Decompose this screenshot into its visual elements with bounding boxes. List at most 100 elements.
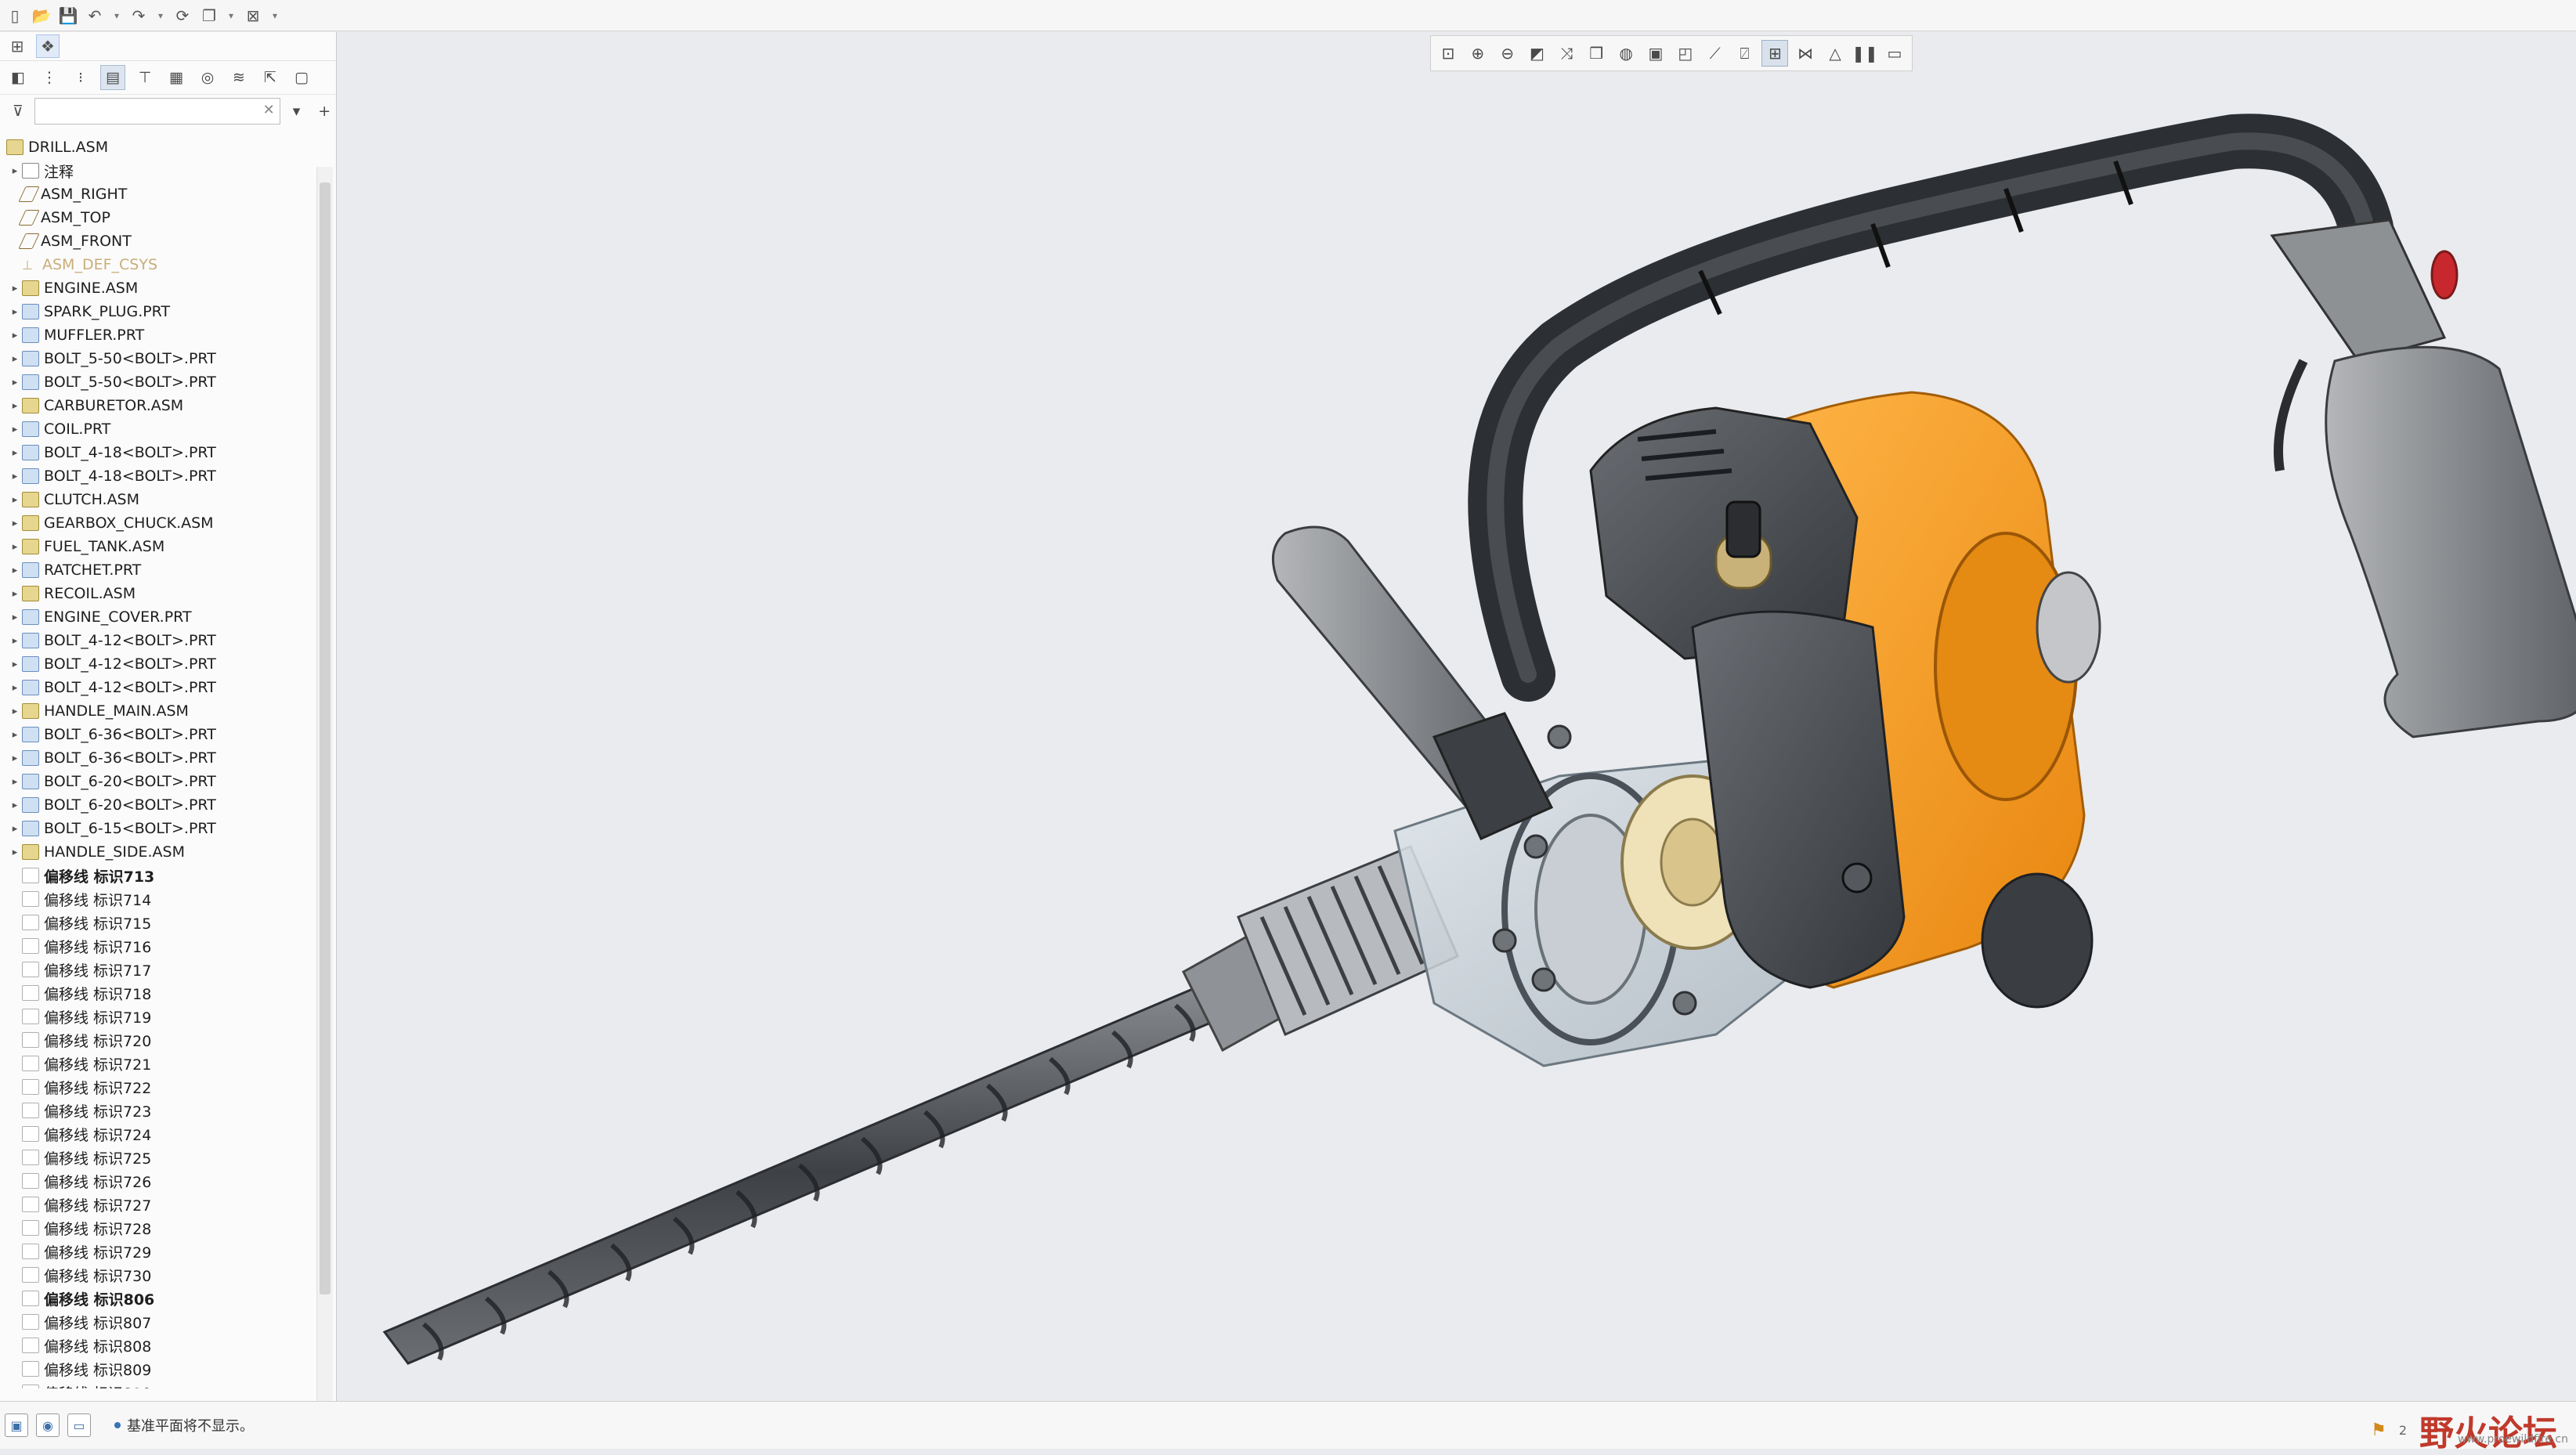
expand-arrow-icon[interactable]: ▸: [8, 682, 22, 694]
tree-feature-row[interactable]: 偏移线 标识807: [0, 1310, 313, 1334]
redo-dropdown-icon[interactable]: ▾: [155, 5, 166, 26]
columns-icon[interactable]: ▤: [100, 65, 125, 90]
refit-icon[interactable]: ⊡: [1436, 41, 1461, 66]
tree-root-row[interactable]: DRILL.ASM: [0, 135, 313, 159]
spin-center-icon[interactable]: ⊞: [1761, 40, 1789, 67]
tree-feature-row[interactable]: 偏移线 标识721: [0, 1052, 313, 1075]
tree-component-row[interactable]: ▸ BOLT_6-20<BOLT>.PRT: [0, 770, 313, 793]
datum-display-icon[interactable]: ⟋: [1703, 41, 1728, 66]
select-tool-icon[interactable]: ⇱: [258, 66, 282, 89]
tree-component-row[interactable]: ▸ HANDLE_MAIN.ASM: [0, 699, 313, 723]
tree-component-row[interactable]: ▸ BOLT_5-50<BOLT>.PRT: [0, 347, 313, 370]
expand-arrow-icon[interactable]: ▸: [8, 706, 22, 717]
expand-arrow-icon[interactable]: ▸: [8, 283, 22, 294]
tree-feature-row[interactable]: 偏移线 标识719: [0, 1005, 313, 1028]
expand-arrow-icon[interactable]: ▸: [8, 471, 22, 482]
tree-scrollbar[interactable]: [316, 167, 333, 1435]
expand-arrow-icon[interactable]: ▸: [8, 541, 22, 553]
tree-feature-row[interactable]: 偏移线 标识720: [0, 1028, 313, 1052]
tree-component-row[interactable]: ▸ SPARK_PLUG.PRT: [0, 300, 313, 323]
tree-component-row[interactable]: ▸ RECOIL.ASM: [0, 582, 313, 605]
zoom-in-icon[interactable]: ⊕: [1465, 41, 1490, 66]
expand-arrow-icon[interactable]: ▸: [8, 377, 22, 388]
tree-component-row[interactable]: ▸ BOLT_6-15<BOLT>.PRT: [0, 817, 313, 840]
tree-component-row[interactable]: ⊥ ASM_DEF_CSYS: [0, 253, 313, 276]
tree-feature-row[interactable]: 偏移线 标识725: [0, 1146, 313, 1169]
tree-component-row[interactable]: ▸ BOLT_6-36<BOLT>.PRT: [0, 723, 313, 746]
graphics-window[interactable]: ⊡ ⊕ ⊖ ◩ ⤨ ❒ ◍ ▣ ◰ ⟋ ⍁ ⊞ ⋈ △ ❚❚ ▭: [338, 32, 2576, 1401]
tree-component-row[interactable]: ▸ BOLT_5-50<BOLT>.PRT: [0, 370, 313, 394]
show-icon[interactable]: ◧: [6, 66, 30, 89]
undo-dropdown-icon[interactable]: ▾: [111, 5, 122, 26]
layers-icon[interactable]: ◎: [196, 66, 219, 89]
tree-component-row[interactable]: ▸ BOLT_4-12<BOLT>.PRT: [0, 652, 313, 676]
tree-feature-row[interactable]: 偏移线 标识730: [0, 1263, 313, 1287]
tree-scrollbar-thumb[interactable]: [320, 182, 331, 1294]
customize-dropdown-icon[interactable]: ▾: [269, 5, 280, 26]
expand-arrow-icon[interactable]: ▸: [8, 353, 22, 365]
tree-component-row[interactable]: ▸ BOLT_4-12<BOLT>.PRT: [0, 676, 313, 699]
tree-component-row[interactable]: ▸ BOLT_6-36<BOLT>.PRT: [0, 746, 313, 770]
tree-component-row[interactable]: ▸ CARBURETOR.ASM: [0, 394, 313, 417]
regenerate-icon[interactable]: ⟳: [172, 5, 193, 26]
tree-feature-row[interactable]: 偏移线 标识728: [0, 1216, 313, 1240]
folder-browser-tab-icon[interactable]: ❖: [36, 34, 60, 58]
expand-arrow-icon[interactable]: ▸: [8, 847, 22, 858]
reorient-icon[interactable]: ⤨: [1554, 41, 1579, 66]
tree-component-row[interactable]: ▸ GEARBOX_CHUCK.ASM: [0, 511, 313, 535]
expand-arrow-icon[interactable]: ▸: [8, 753, 22, 764]
tree-component-row[interactable]: ▸ CLUTCH.ASM: [0, 488, 313, 511]
open-folder-icon[interactable]: 📂: [31, 5, 52, 26]
tree-feature-row[interactable]: 偏移线 标识716: [0, 934, 313, 958]
navigator-toggle-icon[interactable]: ▣: [5, 1413, 28, 1437]
windows-dropdown-icon[interactable]: ▾: [226, 5, 237, 26]
fullscreen-icon[interactable]: ▭: [67, 1413, 91, 1437]
expand-arrow-icon[interactable]: ▸: [8, 518, 22, 529]
expand-arrow-icon[interactable]: ▸: [8, 165, 22, 177]
tree-component-row[interactable]: ▸ COIL.PRT: [0, 417, 313, 441]
tree-component-row[interactable]: ▸ BOLT_4-12<BOLT>.PRT: [0, 629, 313, 652]
tree-component-row[interactable]: ASM_TOP: [0, 206, 313, 229]
expand-arrow-icon[interactable]: ▸: [8, 612, 22, 623]
section-icon[interactable]: ⋈: [1793, 41, 1818, 66]
tree-component-row[interactable]: ▸ HANDLE_SIDE.ASM: [0, 840, 313, 864]
expand-arrow-icon[interactable]: ▸: [8, 635, 22, 647]
tree-feature-row[interactable]: 偏移线 标识713: [0, 864, 313, 887]
tree-component-row[interactable]: ▸ 注释: [0, 159, 313, 182]
add-column-icon[interactable]: +: [313, 99, 336, 123]
tree-feature-row[interactable]: 偏移线 标识808: [0, 1334, 313, 1357]
tree-component-row[interactable]: ASM_FRONT: [0, 229, 313, 253]
tree-search-input[interactable]: ✕: [34, 98, 280, 125]
view-manager-icon[interactable]: ◍: [1613, 41, 1638, 66]
display-style-icon[interactable]: ▣: [1643, 41, 1668, 66]
document-icon[interactable]: ▢: [290, 66, 313, 89]
expand-arrow-icon[interactable]: ▸: [8, 776, 22, 788]
tree-component-row[interactable]: ▸ ENGINE.ASM: [0, 276, 313, 300]
tree-component-row[interactable]: ▸ MUFFLER.PRT: [0, 323, 313, 347]
tree-feature-row[interactable]: 偏移线 标识724: [0, 1122, 313, 1146]
tree-feature-row[interactable]: 偏移线 标识717: [0, 958, 313, 981]
tree-feature-row[interactable]: 偏移线 标识718: [0, 981, 313, 1005]
saved-orientations-icon[interactable]: ❒: [1584, 41, 1609, 66]
stack-icon[interactable]: ≋: [227, 66, 251, 89]
tree-component-row[interactable]: ▸ FUEL_TANK.ASM: [0, 535, 313, 558]
expand-arrow-icon[interactable]: ▸: [8, 588, 22, 600]
redo-icon[interactable]: ↷: [128, 5, 149, 26]
expand-arrow-icon[interactable]: ▸: [8, 330, 22, 341]
expand-arrow-icon[interactable]: ▸: [8, 447, 22, 459]
tree-component-row[interactable]: ▸ RATCHET.PRT: [0, 558, 313, 582]
expand-arrow-icon[interactable]: ▸: [8, 659, 22, 670]
tree-feature-row[interactable]: 偏移线 标识722: [0, 1075, 313, 1099]
expand-arrow-icon[interactable]: ▸: [8, 494, 22, 506]
tree-feature-row[interactable]: 偏移线 标识806: [0, 1287, 313, 1310]
windows-icon[interactable]: ❐: [199, 5, 219, 26]
tree-component-row[interactable]: ▸ BOLT_4-18<BOLT>.PRT: [0, 441, 313, 464]
clear-search-icon[interactable]: ✕: [263, 102, 275, 118]
tree-feature-row[interactable]: 偏移线 标识723: [0, 1099, 313, 1122]
tree-filters-icon[interactable]: ⋮: [38, 66, 61, 89]
tree-feature-row[interactable]: 偏移线 标识810: [0, 1381, 313, 1388]
expand-arrow-icon[interactable]: ▸: [8, 565, 22, 576]
tree-feature-row[interactable]: 偏移线 标识726: [0, 1169, 313, 1193]
filter-tree-icon[interactable]: ⊤: [133, 66, 157, 89]
tree-component-row[interactable]: ▸ ENGINE_COVER.PRT: [0, 605, 313, 629]
